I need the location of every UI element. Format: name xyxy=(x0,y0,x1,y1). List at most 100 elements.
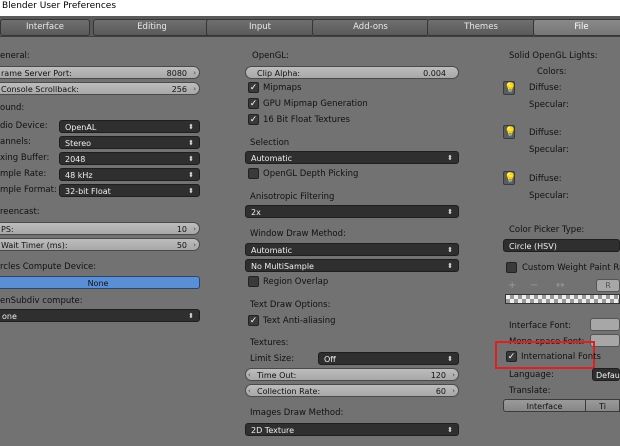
increment-arrow-icon[interactable]: › xyxy=(193,239,196,252)
mixing-buffer-value: 2048 xyxy=(65,155,86,164)
decrement-arrow-icon[interactable]: ‹ xyxy=(248,385,251,398)
tab-themes[interactable]: Themes xyxy=(427,19,535,36)
window-draw-heading: Window Draw Method: xyxy=(250,229,346,239)
custom-weight-label: Custom Weight Paint Rang xyxy=(522,263,620,273)
gpu-mipmap-checkbox[interactable]: ✓ xyxy=(248,98,259,109)
selection-dropdown[interactable]: Automatic ⬍ xyxy=(245,151,459,164)
aniso-dropdown[interactable]: 2x ⬍ xyxy=(245,205,459,218)
light-3-specular-label: Specular: xyxy=(529,191,569,201)
opengl-heading: OpenGL: xyxy=(252,51,289,61)
tab-editing[interactable]: Editing xyxy=(93,19,211,36)
circles-compute-none-button[interactable]: None xyxy=(0,276,200,289)
limit-size-label: Limit Size: xyxy=(250,354,295,364)
audio-device-dropdown[interactable]: OpenAL ⬍ xyxy=(59,120,200,133)
color-picker-heading: Color Picker Type: xyxy=(509,225,585,235)
language-dropdown[interactable]: Defaul xyxy=(592,368,620,381)
weight-color-ramp[interactable] xyxy=(505,294,620,304)
translate-label: Translate: xyxy=(509,386,551,396)
float-textures-checkbox[interactable]: ✓ xyxy=(248,114,259,125)
add-stop-icon[interactable]: + xyxy=(508,280,516,291)
translate-interface-toggle[interactable]: Interface xyxy=(503,399,586,412)
text-aa-checkbox[interactable]: ✓ xyxy=(248,315,259,326)
sample-rate-label: mple Rate: xyxy=(0,169,47,179)
mipmaps-checkbox[interactable]: ✓ xyxy=(248,82,259,93)
reset-button[interactable]: R xyxy=(596,279,620,292)
decrement-arrow-icon[interactable]: ‹ xyxy=(248,369,251,382)
limit-size-dropdown[interactable]: Off ⬍ xyxy=(318,352,459,365)
audio-device-label: dio Device: xyxy=(0,121,48,131)
collection-rate-field[interactable]: ‹ Collection Rate: 60 › xyxy=(245,384,459,397)
console-scrollback-label: Console Scrollback: xyxy=(1,85,79,94)
selection-heading: Selection xyxy=(250,138,290,148)
color-picker-dropdown[interactable]: Circle (HSV) xyxy=(503,239,620,252)
sample-format-dropdown[interactable]: 32-bit Float ⬍ xyxy=(59,184,200,197)
dropdown-arrow-icon: ⬍ xyxy=(188,187,194,195)
general-heading: eneral: xyxy=(0,51,30,61)
color-picker-value: Circle (HSV) xyxy=(509,242,557,251)
opensubdiv-heading: enSubdiv compute: xyxy=(0,296,83,306)
opensubdiv-dropdown[interactable]: one ⬍ xyxy=(0,309,200,322)
increment-arrow-icon[interactable]: › xyxy=(193,223,196,236)
multisample-dropdown[interactable]: No MultiSample ⬍ xyxy=(245,259,459,272)
wait-timer-label: Wait Timer (ms): xyxy=(1,241,68,250)
wait-timer-field[interactable]: Wait Timer (ms): 50 › xyxy=(0,238,200,251)
collection-rate-label: Collection Rate: xyxy=(257,387,321,396)
fps-field[interactable]: PS: 10 › xyxy=(0,222,200,235)
remove-stop-icon[interactable]: − xyxy=(530,280,538,291)
console-scrollback-field[interactable]: Console Scrollback: 256 › xyxy=(0,82,200,95)
images-draw-value: 2D Texture xyxy=(251,426,295,435)
light-3-toggle-icon[interactable]: 💡 xyxy=(503,171,516,185)
translate-tooltips-toggle[interactable]: Ti xyxy=(585,399,620,412)
text-aa-label: Text Anti-aliasing xyxy=(263,316,336,326)
float-textures-label: 16 Bit Float Textures xyxy=(263,115,350,125)
window-draw-dropdown[interactable]: Automatic ⬍ xyxy=(245,243,459,256)
tab-input[interactable]: Input xyxy=(206,19,314,36)
light-1-toggle-icon[interactable]: 💡 xyxy=(503,81,516,95)
region-overlap-label: Region Overlap xyxy=(263,277,329,287)
wait-timer-value: 50 xyxy=(176,241,187,250)
circles-compute-heading: rcles Compute Device: xyxy=(0,262,97,272)
increment-arrow-icon[interactable]: › xyxy=(193,67,196,80)
tab-file[interactable]: File xyxy=(533,19,620,36)
sample-rate-value: 48 kHz xyxy=(65,171,93,180)
sample-format-label: mple Format: xyxy=(0,185,57,195)
mixing-buffer-dropdown[interactable]: 2048 ⬍ xyxy=(59,152,200,165)
region-overlap-checkbox[interactable] xyxy=(248,276,259,287)
international-fonts-checkbox[interactable]: ✓ xyxy=(506,351,517,362)
window-draw-value: Automatic xyxy=(251,246,293,255)
time-out-label: Time Out: xyxy=(257,371,297,380)
interface-font-field[interactable] xyxy=(590,318,620,331)
selection-value: Automatic xyxy=(251,154,293,163)
tab-addons[interactable]: Add-ons xyxy=(312,19,429,36)
dropdown-arrow-icon: ⬍ xyxy=(188,123,194,131)
colors-label: Colors: xyxy=(537,67,567,77)
clip-alpha-value: 0.004 xyxy=(423,69,446,78)
clip-alpha-field[interactable]: Clip Alpha: 0.004 xyxy=(245,66,459,79)
depth-picking-checkbox[interactable] xyxy=(248,168,259,179)
audio-device-value: OpenAL xyxy=(65,123,97,132)
increment-arrow-icon[interactable]: › xyxy=(452,369,455,382)
sample-rate-dropdown[interactable]: 48 kHz ⬍ xyxy=(59,168,200,181)
mipmaps-label: Mipmaps xyxy=(263,83,302,93)
light-1-specular-label: Specular: xyxy=(529,100,569,110)
images-draw-heading: Images Draw Method: xyxy=(250,408,344,418)
tab-interface[interactable]: Interface xyxy=(0,19,90,36)
images-draw-dropdown[interactable]: 2D Texture ⬍ xyxy=(245,423,459,436)
channels-dropdown[interactable]: Stereo ⬍ xyxy=(59,136,200,149)
increment-arrow-icon[interactable]: › xyxy=(452,385,455,398)
channels-value: Stereo xyxy=(65,139,92,148)
light-3-diffuse-label: Diffuse: xyxy=(529,174,562,184)
frame-server-port-label: rame Server Port: xyxy=(1,69,72,78)
opensubdiv-value: one xyxy=(2,312,17,321)
mixing-buffer-label: xing Buffer: xyxy=(0,153,50,163)
increment-arrow-icon[interactable]: › xyxy=(193,83,196,96)
frame-server-port-field[interactable]: rame Server Port: 8080 › xyxy=(0,66,200,79)
flip-arrows-icon[interactable]: ↔ xyxy=(556,280,564,291)
sample-format-value: 32-bit Float xyxy=(65,187,111,196)
light-2-specular-label: Specular: xyxy=(529,145,569,155)
custom-weight-checkbox[interactable] xyxy=(506,262,517,273)
console-scrollback-value: 256 xyxy=(171,85,187,94)
light-2-toggle-icon[interactable]: 💡 xyxy=(503,125,516,139)
time-out-field[interactable]: ‹ Time Out: 120 › xyxy=(245,368,459,381)
dropdown-arrow-icon: ⬍ xyxy=(188,139,194,147)
